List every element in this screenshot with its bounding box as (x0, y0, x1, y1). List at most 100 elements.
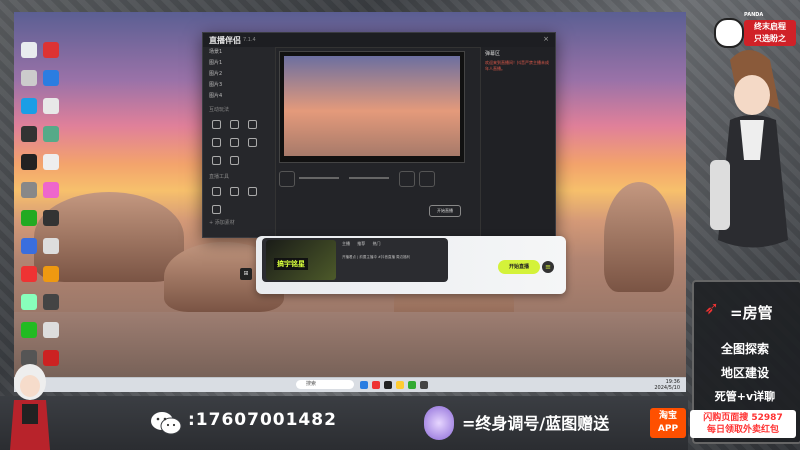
plugin-icon (229, 186, 239, 196)
app-logo: 直播伴侣 (209, 36, 241, 45)
taskbar: 搜索 19:36 2024/5/10 (14, 377, 686, 392)
desktop-icon[interactable] (43, 70, 59, 86)
desktop-icon[interactable] (21, 266, 37, 282)
anime-character-illustration (710, 50, 788, 248)
mic-button[interactable] (279, 171, 295, 187)
taskbar-search-input[interactable]: 搜索 (296, 380, 354, 389)
taskbar-app-icon[interactable] (372, 381, 380, 389)
desktop-icon[interactable] (43, 182, 59, 198)
desktop-icon[interactable] (21, 98, 37, 114)
source-item[interactable]: 图片2 (203, 69, 275, 80)
volume-slider[interactable] (299, 177, 339, 179)
tool-button[interactable] (226, 134, 242, 150)
promo-tabs: 主播 推荐 热门 (342, 241, 381, 247)
desktop-icon[interactable] (21, 182, 37, 198)
taskbar-app-icon[interactable] (420, 381, 428, 389)
taskbar-app-icon[interactable] (396, 381, 404, 389)
desktop-icon[interactable] (43, 42, 59, 58)
desktop-icon[interactable] (21, 154, 37, 170)
add-source-button[interactable]: + 添加素材 (203, 218, 275, 229)
desktop-icon[interactable] (43, 294, 59, 310)
record-button[interactable] (419, 171, 435, 187)
close-icon[interactable]: × (543, 35, 549, 43)
desktop-icon[interactable] (43, 126, 59, 142)
promo-line: 每日领取外卖红包 (706, 425, 779, 435)
chat-panel: 弹幕区 欢迎来到直播间！抖音严禁主播未成年人直播。 (480, 47, 555, 237)
rock-formation (604, 182, 674, 292)
plugin-button[interactable] (226, 183, 242, 199)
promo-tag: 搞宇铭星 (274, 258, 308, 270)
desktop-icon[interactable] (21, 126, 37, 142)
desktop-icon[interactable] (43, 238, 59, 254)
taskbar-date: 2024/5/10 (654, 385, 680, 391)
menu-icon[interactable]: ≡ (542, 261, 554, 273)
volume-slider[interactable] (349, 177, 389, 179)
panda-brand-name: PANDA (744, 12, 764, 18)
plugin-button[interactable] (208, 183, 224, 199)
tool-button[interactable] (208, 152, 224, 168)
tool-button[interactable] (244, 134, 260, 150)
tool-icon (247, 119, 257, 129)
tool-icon (211, 119, 221, 129)
plugin-button[interactable] (244, 183, 260, 199)
service-line: 死管+v详聊 (714, 390, 776, 403)
tool-button[interactable] (226, 116, 242, 132)
taskbar-app-icon[interactable] (360, 381, 368, 389)
taskbar-app-icon[interactable] (384, 381, 392, 389)
tool-button[interactable] (208, 116, 224, 132)
preview-desktop-image (284, 56, 460, 156)
promo-description: 开播看点 | 前置主播冲 #抖音直播 周边福利 (342, 255, 411, 259)
plugin-icon (247, 186, 257, 196)
settings-button[interactable] (399, 171, 415, 187)
taobao-app-logo: 淘宝 APP (650, 408, 686, 438)
desktop-icon[interactable] (21, 210, 37, 226)
tool-button[interactable] (244, 116, 260, 132)
mixer-controls (279, 165, 479, 195)
go-live-button[interactable]: 开始直播 (429, 205, 461, 217)
tool-button[interactable] (226, 152, 242, 168)
source-item[interactable]: 图片4 (203, 91, 275, 102)
desktop-icon[interactable] (21, 42, 37, 58)
desktop-icon[interactable] (21, 238, 37, 254)
promo-tab[interactable]: 热门 (373, 241, 381, 246)
contact-phone: :17607001482 (188, 410, 337, 430)
app-sidebar: 场景1 图片1 图片2 图片3 图片4 互动玩法 直播工具 + 添加素材 (203, 47, 276, 237)
plugin-icon (211, 204, 221, 214)
promo-line: 闪购页面搜 52987 (703, 413, 783, 423)
desktop-icon[interactable] (43, 266, 59, 282)
promo-tab[interactable]: 主播 (342, 241, 350, 246)
plugin-button[interactable] (208, 201, 224, 217)
taskbar-clock[interactable]: 19:36 2024/5/10 (654, 379, 680, 391)
scene-item[interactable]: 场景1 (203, 47, 275, 58)
desktop-icon[interactable] (21, 70, 37, 86)
tool-icon (211, 155, 221, 165)
source-item[interactable]: 图片3 (203, 80, 275, 91)
tool-icon (211, 137, 221, 147)
promo-tab[interactable]: 推荐 (357, 241, 365, 246)
service-line: 地区建设 (720, 366, 769, 380)
desktop-icons (18, 38, 78, 392)
tools-grid (203, 115, 275, 169)
desktop-icon[interactable] (43, 154, 59, 170)
taskbar-app-icon[interactable] (408, 381, 416, 389)
desktop-icon[interactable] (43, 98, 59, 114)
promo-badge: 终末启程 只选盼之 (744, 20, 796, 46)
chat-warning: 欢迎来到直播间！抖音严禁主播未成年人直播。 (485, 60, 549, 71)
panda-logo-icon (714, 18, 744, 48)
desktop-icon[interactable] (43, 210, 59, 226)
streaming-app-window: 直播伴侣 7.1.4 × 场景1 图片1 图片2 图片3 图片4 互动玩法 直播… (202, 32, 556, 238)
tool-button[interactable] (208, 134, 224, 150)
desktop-icon[interactable] (21, 322, 37, 338)
desktop-icon[interactable] (43, 322, 59, 338)
grid-icon[interactable]: ⊞ (240, 268, 252, 280)
plugin-icon (211, 186, 221, 196)
start-live-button[interactable]: 开始直播 (498, 260, 540, 274)
slogan-text: =终身调号/蓝图赠送 (462, 414, 610, 433)
wechat-icon (151, 412, 182, 435)
source-item[interactable]: 图片1 (203, 58, 275, 69)
tab-chat[interactable]: 弹幕区 (481, 47, 555, 60)
tool-icon (229, 155, 239, 165)
badge-line: 终末启程 (754, 22, 786, 31)
desktop-icon[interactable] (21, 294, 37, 310)
medal-icon (424, 406, 454, 440)
